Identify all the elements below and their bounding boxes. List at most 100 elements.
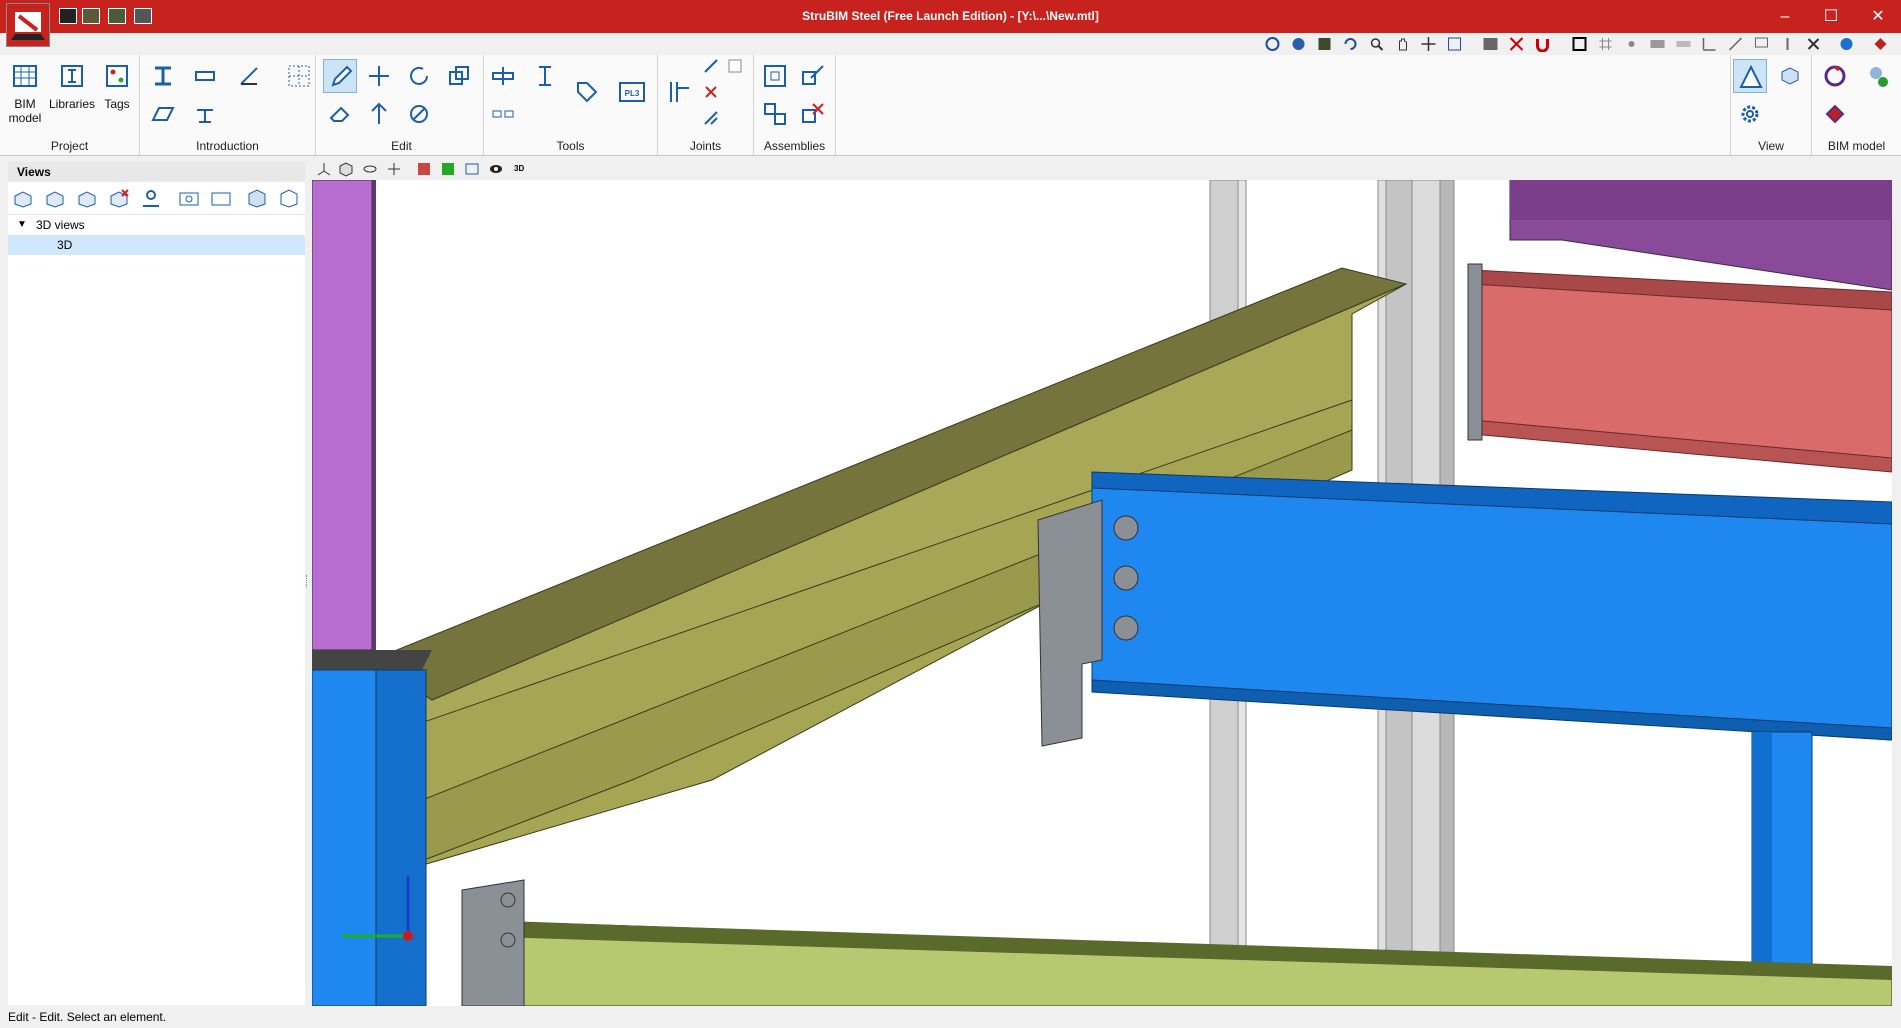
import-icon[interactable] [108, 8, 126, 24]
comment-icon[interactable] [1753, 36, 1770, 52]
close-button[interactable]: ✕ [1855, 0, 1901, 33]
joint-copy-button[interactable] [698, 105, 724, 131]
purple-column[interactable] [312, 180, 373, 651]
joint-list-button[interactable] [722, 53, 748, 79]
weld-button[interactable] [232, 59, 266, 93]
frame-icon[interactable] [1571, 36, 1588, 52]
eye-icon[interactable] [488, 161, 504, 177]
stiffener-button[interactable] [188, 97, 222, 131]
zoom-window-icon[interactable] [1446, 36, 1463, 52]
layers-icon[interactable] [464, 161, 480, 177]
maximize-button[interactable]: ☐ [1808, 0, 1854, 33]
model-scene[interactable] [312, 180, 1892, 1006]
capture-zoom-icon[interactable] [210, 188, 232, 208]
grid-display-icon[interactable] [1482, 36, 1499, 52]
bolt-3[interactable] [1113, 615, 1139, 641]
view-3d-button[interactable] [1773, 59, 1807, 93]
view-visibility-button[interactable] [1733, 59, 1767, 93]
libraries-button[interactable] [55, 59, 89, 93]
eye-render-icon[interactable] [362, 161, 378, 177]
bolt-1[interactable] [1113, 515, 1139, 541]
points-icon[interactable] [1623, 36, 1640, 52]
orbit-free-icon[interactable] [1290, 36, 1307, 52]
view-3d-toggle[interactable]: 3D [514, 161, 530, 177]
pan-icon[interactable] [1394, 36, 1411, 52]
assembly-create-button[interactable] [758, 59, 792, 93]
rotate-button[interactable] [402, 59, 436, 93]
bim-sync-button[interactable] [1818, 59, 1852, 93]
copy-button[interactable] [442, 59, 476, 93]
tree-group-3d-views[interactable]: ▼ 3D views [8, 215, 305, 235]
reference-grid-icon[interactable] [1508, 36, 1525, 52]
view-toolbar: 3D [312, 158, 1901, 180]
tag-tool-button[interactable] [570, 75, 604, 109]
erase-button[interactable] [323, 97, 357, 131]
section-view-icon[interactable] [246, 188, 268, 208]
profile-end-button[interactable] [528, 59, 562, 93]
orbit-icon[interactable] [1264, 36, 1281, 52]
wireframe-icon[interactable] [440, 161, 456, 177]
save-icon[interactable] [59, 8, 77, 24]
bim-export-button[interactable] [1818, 97, 1852, 131]
app-logo-icon[interactable] [6, 3, 50, 47]
tags-button[interactable] [100, 59, 134, 93]
assembly-split-button[interactable] [758, 97, 792, 131]
snap-magnet-icon[interactable] [1534, 36, 1551, 52]
globe-icon[interactable] [1838, 36, 1855, 52]
export-icon[interactable] [82, 8, 100, 24]
tree-item-3d[interactable]: 3D [8, 235, 305, 255]
joint-edit-button[interactable] [698, 53, 724, 79]
copy-view-icon[interactable] [76, 188, 98, 208]
bim-model-label: BIM model [8, 97, 42, 125]
edit-pencil-button[interactable] [323, 59, 357, 93]
tools-icon[interactable] [1805, 36, 1822, 52]
cube-view-icon[interactable] [338, 161, 354, 177]
join-button[interactable] [486, 97, 520, 131]
panel-splitter[interactable] [306, 575, 310, 587]
ruler-icon[interactable] [1675, 36, 1692, 52]
view-properties-icon[interactable] [140, 188, 162, 208]
bimserver-icon[interactable] [1872, 36, 1889, 52]
assembly-delete-button[interactable] [796, 97, 830, 131]
refresh-view-icon[interactable] [1342, 36, 1359, 52]
move-view-icon[interactable] [1420, 36, 1437, 52]
plate-button[interactable] [146, 97, 180, 131]
collapse-chevron-icon[interactable]: ▼ [17, 215, 27, 235]
dimension-icon[interactable] [1727, 36, 1744, 52]
axes-icon[interactable] [316, 161, 332, 177]
grid-icon[interactable] [1597, 36, 1614, 52]
print-icon[interactable] [134, 8, 152, 24]
view-settings-button[interactable] [1733, 97, 1767, 131]
capture-view-icon[interactable] [178, 188, 200, 208]
add-view-icon[interactable] [12, 188, 34, 208]
bim-user-button[interactable] [1860, 59, 1894, 93]
pl3-button[interactable]: PL3 [614, 75, 648, 109]
blue-column[interactable] [312, 669, 377, 1006]
minimize-button[interactable]: – [1762, 0, 1808, 33]
pivot-icon[interactable] [386, 161, 402, 177]
bolt-button[interactable] [188, 59, 222, 93]
edit-view-icon[interactable] [44, 188, 66, 208]
keyboard-icon[interactable] [1649, 36, 1666, 52]
delete-view-icon[interactable] [108, 188, 130, 208]
zoom-icon[interactable] [1368, 36, 1385, 52]
split-button[interactable] [486, 59, 520, 93]
3d-viewport[interactable] [312, 180, 1892, 1006]
rotate-3d-button[interactable] [402, 97, 436, 131]
bim-model-button[interactable] [8, 59, 42, 93]
bolt-2[interactable] [1113, 565, 1139, 591]
views-panel-toolbar [8, 182, 305, 215]
assembly-edit-button[interactable] [796, 59, 830, 93]
libraries-label: Libraries [48, 97, 96, 111]
joint-delete-button[interactable] [698, 79, 724, 105]
grid-tool-button[interactable] [282, 59, 316, 93]
angle-icon[interactable] [1701, 36, 1718, 52]
joint-button[interactable] [662, 75, 696, 109]
shading-icon[interactable] [416, 161, 432, 177]
pin-icon[interactable] [1779, 36, 1796, 52]
render-icon[interactable] [1316, 36, 1333, 52]
move-button[interactable] [362, 59, 396, 93]
stretch-button[interactable] [362, 97, 396, 131]
clip-view-icon[interactable] [278, 188, 300, 208]
beam-profile-button[interactable] [146, 59, 180, 93]
